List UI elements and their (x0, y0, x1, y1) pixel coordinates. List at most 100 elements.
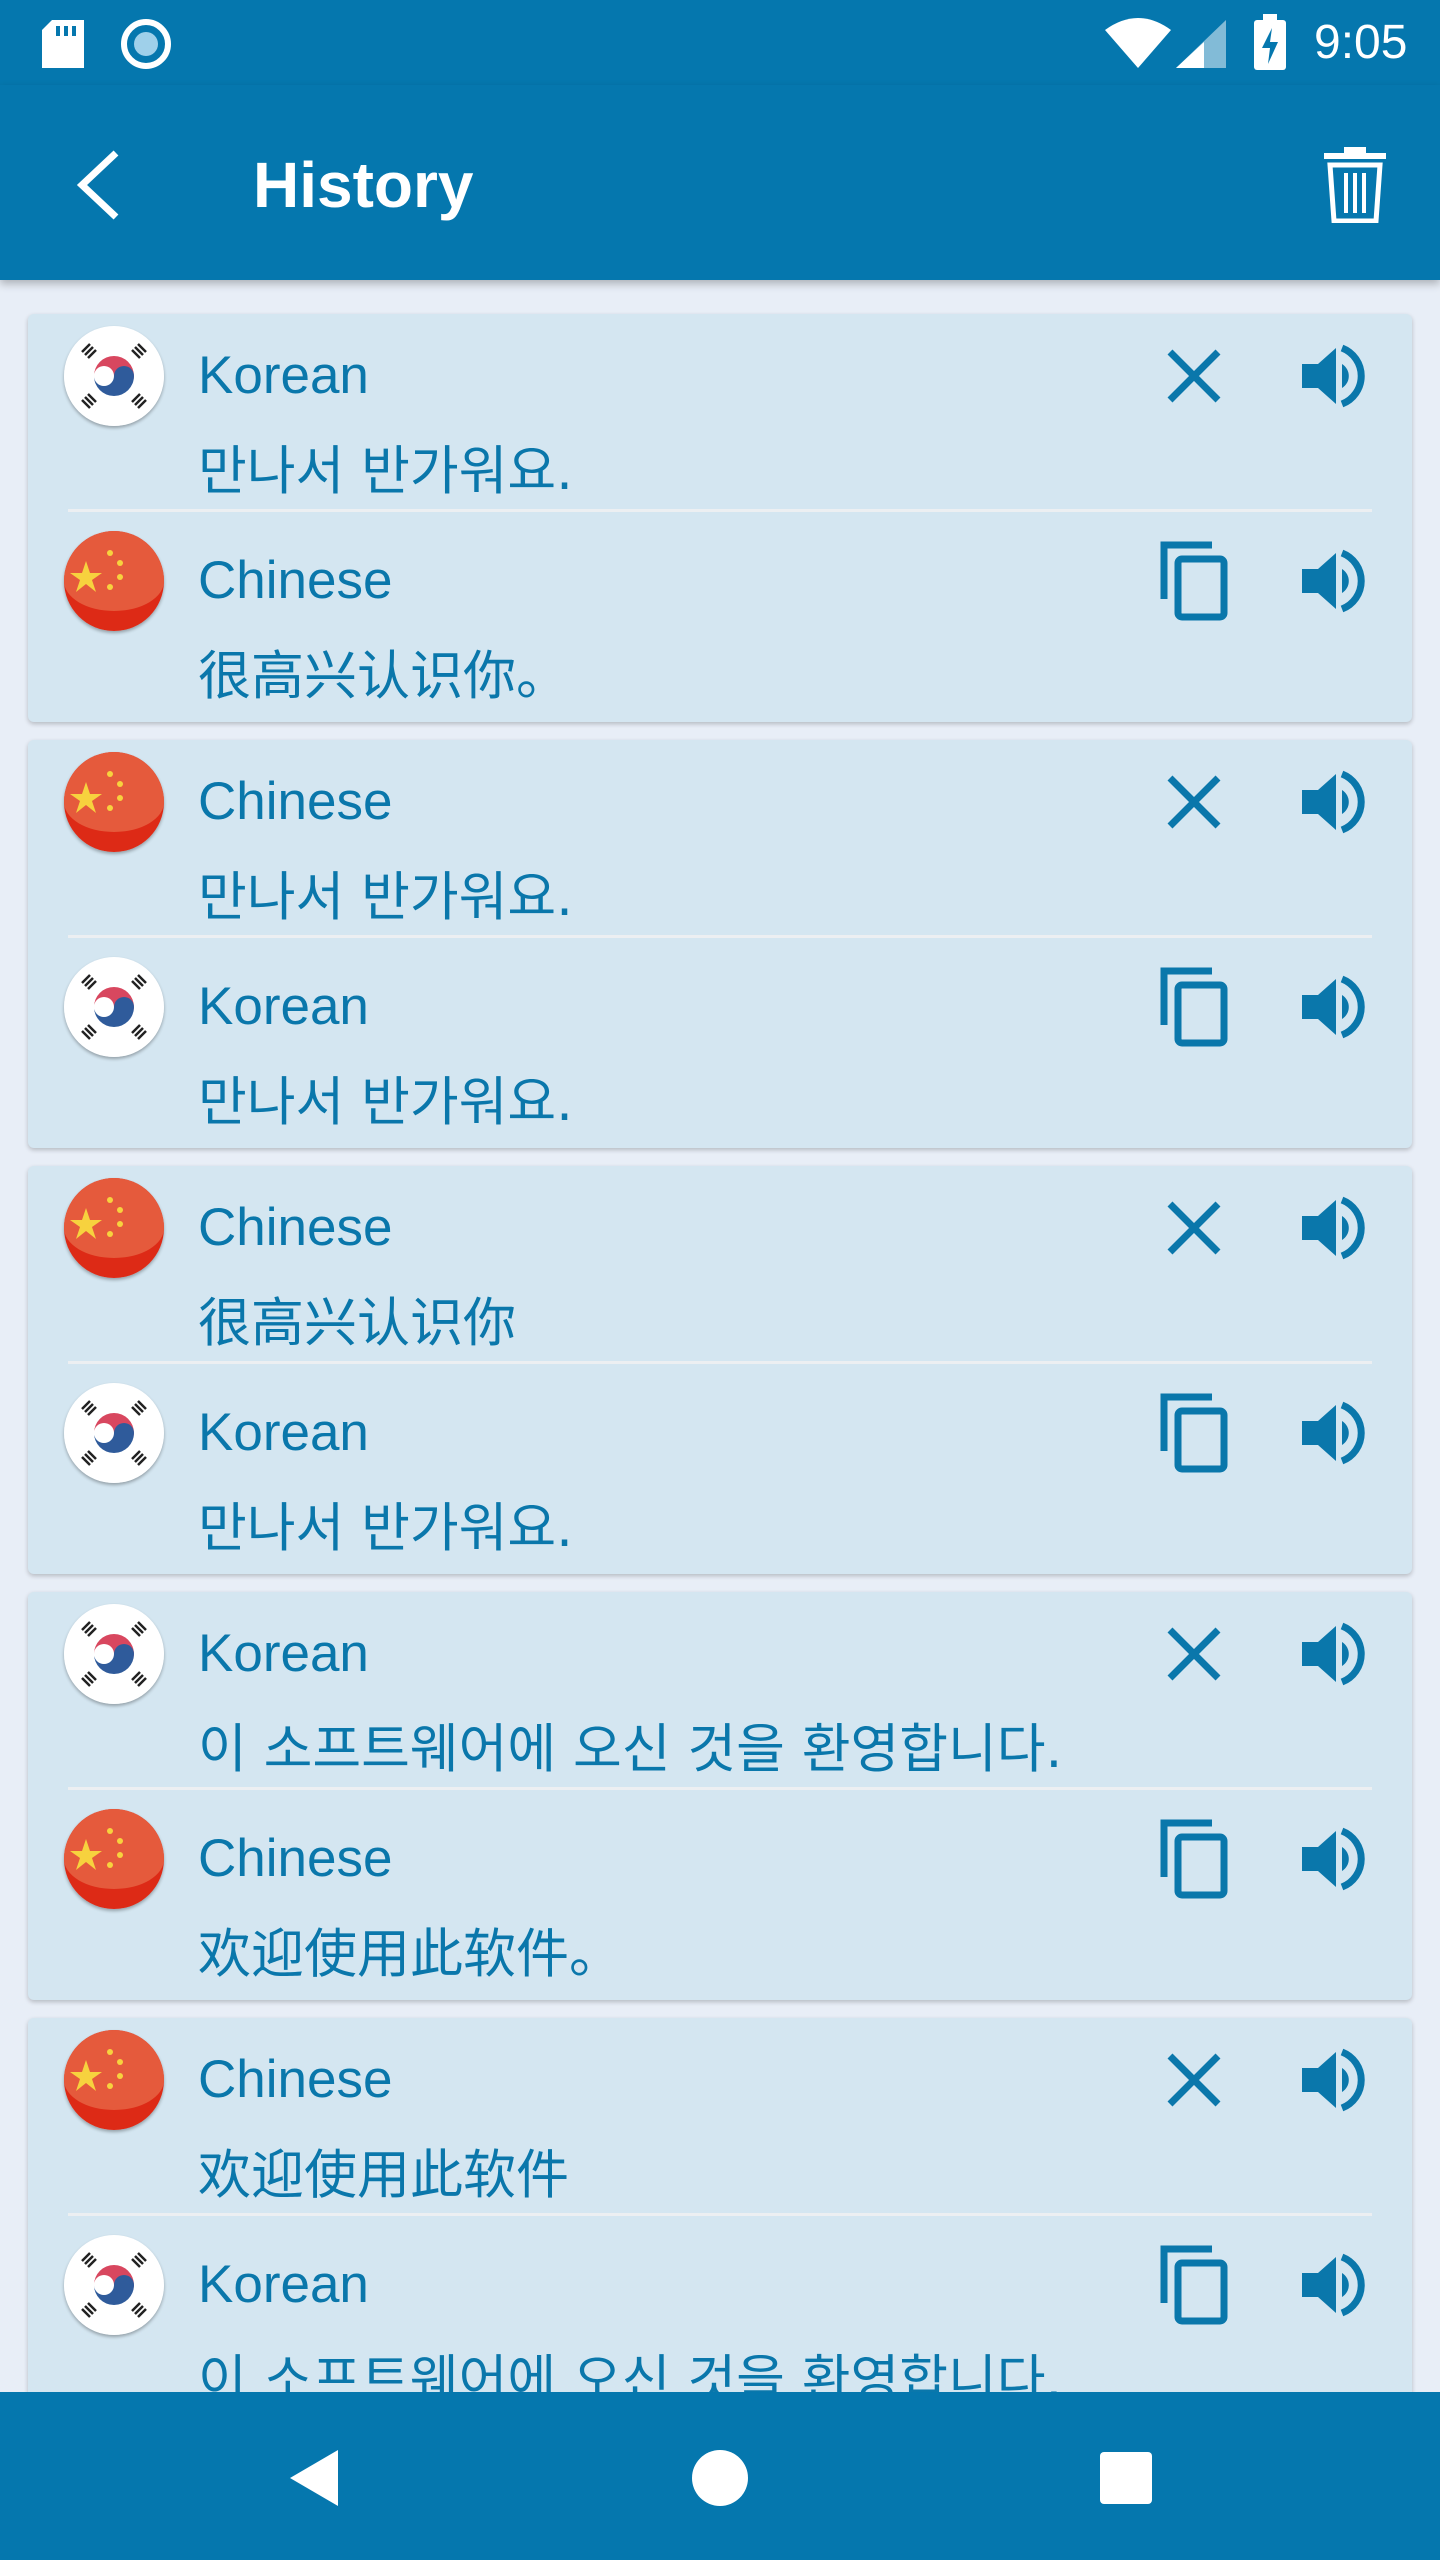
speaker-icon (1294, 549, 1374, 625)
speaker-icon (1294, 770, 1374, 846)
copy-icon (1154, 1819, 1234, 1903)
china-flag-icon (64, 1809, 164, 1909)
home-circle-icon[interactable] (690, 2448, 750, 2508)
history-card[interactable]: Chinese 欢迎使用此软件 Korean 이 소프트웨어에 오신 것을 환영… (28, 2018, 1412, 2392)
target-row: Chinese 欢迎使用此软件。 (28, 1797, 1412, 1997)
speaker-icon (1294, 344, 1374, 420)
source-row: Chinese 만나서 반가워요. (28, 740, 1412, 940)
korea-flag-icon (64, 326, 164, 426)
status-bar: 9:05 (0, 0, 1440, 85)
china-flag-icon (64, 752, 164, 852)
close-icon (1154, 349, 1234, 420)
copy-icon (1154, 541, 1234, 625)
korea-flag-icon (64, 957, 164, 1057)
speaker-icon (1294, 1401, 1374, 1477)
close-icon (1154, 2053, 1234, 2124)
copy-button[interactable] (1154, 2245, 1234, 2325)
divider (68, 1787, 1372, 1790)
trash-icon[interactable] (1320, 143, 1390, 223)
copy-button[interactable] (1154, 967, 1234, 1047)
speak-button[interactable] (1294, 541, 1374, 621)
page-title: History (253, 149, 474, 221)
sd-card-icon (42, 20, 84, 68)
language-label: Korean (198, 346, 369, 405)
speak-button[interactable] (1294, 2245, 1374, 2325)
target-text: 이 소프트웨어에 오신 것을 환영합니다. (198, 2350, 1063, 2392)
china-flag-icon (64, 531, 164, 631)
battery-charging-icon (1254, 14, 1286, 70)
target-row: Korean 만나서 반가워요. (28, 1371, 1412, 1571)
source-row: Chinese 很高兴认识你 (28, 1166, 1412, 1366)
language-label: Chinese (198, 1198, 393, 1257)
speak-button[interactable] (1294, 1393, 1374, 1473)
delete-entry-button[interactable] (1154, 1614, 1234, 1694)
speaker-icon (1294, 1827, 1374, 1903)
target-text: 만나서 반가워요. (198, 1498, 574, 1559)
source-row: Chinese 欢迎使用此软件 (28, 2018, 1412, 2218)
speak-button[interactable] (1294, 1819, 1374, 1899)
copy-button[interactable] (1154, 1819, 1234, 1899)
history-card[interactable]: Chinese 很高兴认识你 Korean 만나서 반가워요. (28, 1166, 1412, 1574)
speak-button[interactable] (1294, 967, 1374, 1047)
speak-button[interactable] (1294, 2040, 1374, 2120)
close-icon (1154, 1627, 1234, 1698)
language-label: Chinese (198, 2050, 393, 2109)
copy-icon (1154, 967, 1234, 1051)
language-label: Chinese (198, 772, 393, 831)
divider (68, 2213, 1372, 2216)
history-list[interactable]: Korean 만나서 반가워요. Chinese 很高兴认识你。 Chinese… (0, 280, 1440, 2392)
copy-button[interactable] (1154, 1393, 1234, 1473)
signal-icon (1176, 20, 1226, 68)
speak-button[interactable] (1294, 1614, 1374, 1694)
source-row: Korean 만나서 반가워요. (28, 314, 1412, 514)
speaker-icon (1294, 2048, 1374, 2124)
speak-button[interactable] (1294, 762, 1374, 842)
back-triangle-icon[interactable] (286, 2448, 342, 2508)
speak-button[interactable] (1294, 1188, 1374, 1268)
navigation-bar (0, 2392, 1440, 2560)
divider (68, 1361, 1372, 1364)
copy-button[interactable] (1154, 541, 1234, 621)
history-card[interactable]: Korean 만나서 반가워요. Chinese 很高兴认识你。 (28, 314, 1412, 722)
circle-notification-icon (121, 19, 171, 69)
delete-entry-button[interactable] (1154, 2040, 1234, 2120)
history-card[interactable]: Chinese 만나서 반가워요. Korean 만나서 반가워요. (28, 740, 1412, 1148)
language-label: Korean (198, 1624, 369, 1683)
language-label: Chinese (198, 1829, 393, 1888)
target-text: 欢迎使用此软件。 (198, 1924, 622, 1985)
close-icon (1154, 775, 1234, 846)
delete-entry-button[interactable] (1154, 762, 1234, 842)
target-text: 很高兴认识你。 (198, 646, 569, 707)
target-row: Korean 이 소프트웨어에 오신 것을 환영합니다. (28, 2223, 1412, 2392)
recents-square-icon[interactable] (1098, 2450, 1154, 2506)
divider (68, 935, 1372, 938)
close-icon (1154, 1201, 1234, 1272)
china-flag-icon (64, 2030, 164, 2130)
source-text: 欢迎使用此软件 (198, 2145, 569, 2206)
target-text: 만나서 반가워요. (198, 1072, 574, 1133)
target-row: Chinese 很高兴认识你。 (28, 519, 1412, 719)
source-text: 이 소프트웨어에 오신 것을 환영합니다. (198, 1719, 1063, 1780)
language-label: Korean (198, 1403, 369, 1462)
speak-button[interactable] (1294, 336, 1374, 416)
arrow-back-icon[interactable] (70, 147, 126, 223)
china-flag-icon (64, 1178, 164, 1278)
copy-icon (1154, 2245, 1234, 2329)
source-text: 很高兴认识你 (198, 1293, 516, 1354)
source-text: 만나서 반가워요. (198, 441, 574, 502)
delete-entry-button[interactable] (1154, 1188, 1234, 1268)
language-label: Chinese (198, 551, 393, 610)
status-time: 9:05 (1314, 16, 1408, 69)
speaker-icon (1294, 1622, 1374, 1698)
source-row: Korean 이 소프트웨어에 오신 것을 환영합니다. (28, 1592, 1412, 1792)
app-bar: History (0, 85, 1440, 280)
speaker-icon (1294, 975, 1374, 1051)
delete-entry-button[interactable] (1154, 336, 1234, 416)
history-card[interactable]: Korean 이 소프트웨어에 오신 것을 환영합니다. Chinese 欢迎使… (28, 1592, 1412, 2000)
korea-flag-icon (64, 1383, 164, 1483)
source-text: 만나서 반가워요. (198, 867, 574, 928)
language-label: Korean (198, 977, 369, 1036)
korea-flag-icon (64, 1604, 164, 1704)
korea-flag-icon (64, 2235, 164, 2335)
target-row: Korean 만나서 반가워요. (28, 945, 1412, 1145)
